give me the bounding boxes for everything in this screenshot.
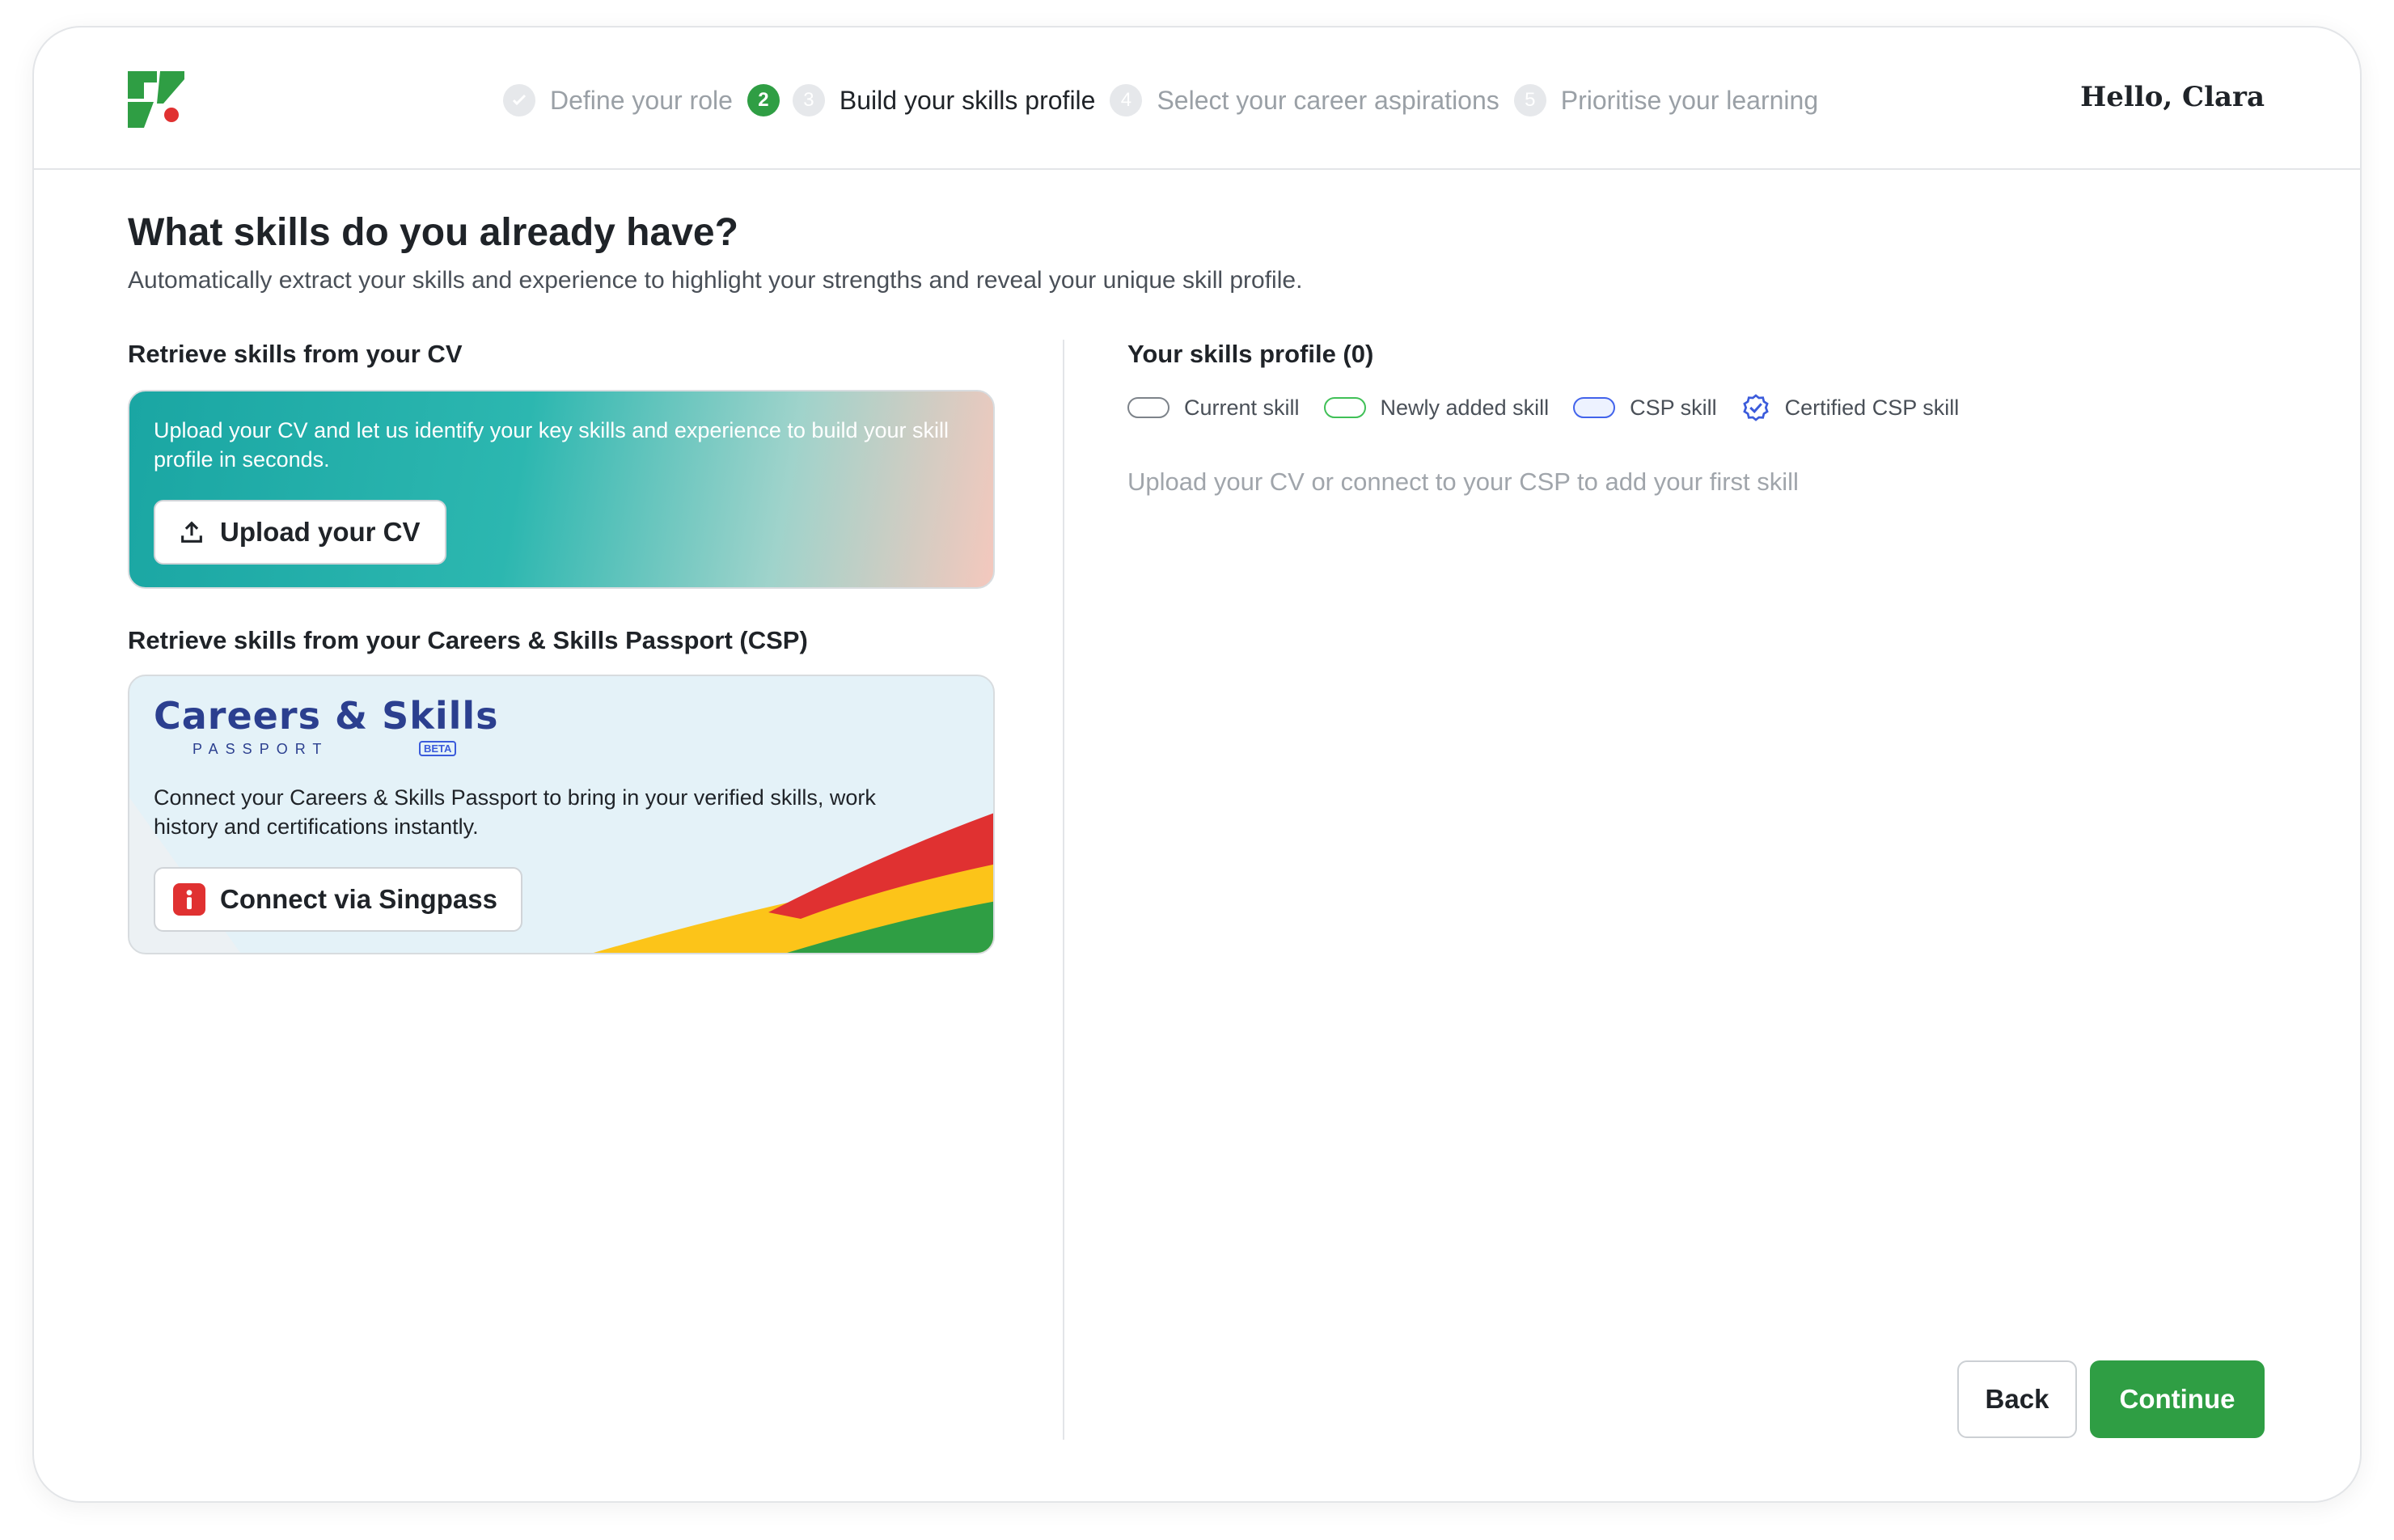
csp-description: Connect your Careers & Skills Passport t…: [154, 785, 876, 839]
singpass-icon: [173, 883, 205, 916]
continue-button[interactable]: Continue: [2090, 1360, 2265, 1438]
step-done-check-icon: [503, 84, 535, 116]
step-define-role[interactable]: Define your role: [503, 84, 733, 116]
brand-logo-icon[interactable]: [128, 71, 184, 128]
app-window: Define your role 2 3 Build your skills p…: [32, 26, 2362, 1503]
step-label: Prioritise your learning: [1560, 85, 1819, 115]
connect-singpass-button[interactable]: Connect via Singpass: [154, 867, 522, 932]
progress-stepper: Define your role 2 3 Build your skills p…: [503, 82, 1833, 118]
step-number: 2: [747, 84, 780, 116]
skills-profile-title: Your skills profile (0): [1127, 340, 1374, 368]
step-build-skills[interactable]: 3 Build your skills profile: [792, 84, 1096, 116]
cv-section-label: Retrieve skills from your CV: [128, 340, 463, 368]
legend-label: CSP skill: [1630, 395, 1717, 420]
csp-section-label: Retrieve skills from your Careers & Skil…: [128, 626, 808, 654]
step-career-aspirations[interactable]: 4 Select your career aspirations: [1110, 84, 1499, 116]
legend-newly-added-skill: Newly added skill: [1323, 395, 1550, 421]
csp-connect-card: Careers & Skills PASSPORT BETA Connect y…: [128, 675, 995, 954]
step-number: 3: [792, 84, 825, 116]
top-header: Define your role 2 3 Build your skills p…: [34, 28, 2360, 170]
csp-logo-title: Careers & Skills: [154, 694, 499, 738]
legend-csp-skill: CSP skill: [1573, 396, 1717, 421]
page-title: What skills do you already have?: [128, 211, 738, 254]
legend-label: Certified CSP skill: [1784, 395, 1960, 420]
upload-cv-button[interactable]: Upload your CV: [154, 500, 446, 565]
user-greeting[interactable]: Hello, Clara: [2080, 81, 2265, 113]
skills-empty-message: Upload your CV or connect to your CSP to…: [1127, 468, 1799, 496]
pill-outline-gray-icon: [1127, 397, 1170, 418]
legend-label: Current skill: [1184, 395, 1300, 420]
step-current-marker: 2: [747, 84, 780, 116]
cv-description: Upload your CV and let us identify your …: [154, 418, 949, 472]
legend-current-skill: Current skill: [1127, 396, 1300, 421]
csp-logo-subtitle: PASSPORT: [192, 741, 329, 757]
skills-legend: Current skill Newly added skill CSP skil…: [1127, 393, 1983, 422]
verified-badge-icon: [1742, 394, 1769, 421]
upload-icon: [181, 521, 202, 543]
upload-cv-label: Upload your CV: [220, 517, 421, 547]
cv-upload-card: Upload your CV and let us identify your …: [128, 390, 995, 589]
connect-singpass-label: Connect via Singpass: [220, 884, 497, 914]
step-number: 4: [1110, 84, 1143, 116]
legend-certified-csp-skill: Certified CSP skill: [1741, 393, 1960, 422]
step-prioritise-learning[interactable]: 5 Prioritise your learning: [1513, 84, 1819, 116]
legend-label: Newly added skill: [1380, 395, 1550, 420]
step-number: 5: [1513, 84, 1546, 116]
page-subtitle: Automatically extract your skills and ex…: [128, 267, 1303, 294]
pill-outline-blue-icon: [1573, 397, 1616, 418]
csp-beta-badge: BETA: [419, 741, 457, 756]
step-label: Build your skills profile: [839, 85, 1096, 115]
back-button[interactable]: Back: [1957, 1360, 2077, 1438]
column-divider: [1063, 340, 1064, 1440]
step-label: Define your role: [550, 85, 733, 115]
step-label: Select your career aspirations: [1157, 85, 1499, 115]
pill-outline-green-icon: [1323, 397, 1366, 418]
